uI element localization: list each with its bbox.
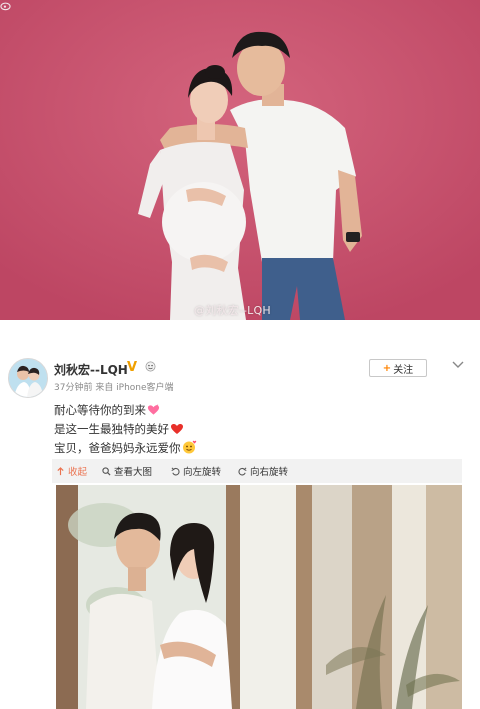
emoji-icon [182,440,196,454]
rotate-right-icon [238,467,247,475]
view-large-label: 查看大图 [114,467,153,478]
post-text-1: 耐心等待你的到来 [54,403,146,417]
top-photo[interactable]: @刘秋宏--LQH [0,0,480,320]
rotate-right-button[interactable]: 向右旋转 [238,464,288,478]
collapse-button[interactable]: 收起 [56,464,87,478]
heart-icon [147,404,160,415]
rotate-left-icon [171,467,180,475]
rotate-left-label: 向左旋转 [183,467,222,478]
image-toolbar: 收起 查看大图 向左旋转 向右旋转 [52,459,462,483]
couple-window-photo [56,485,462,709]
chevron-down-icon[interactable] [452,361,464,369]
weibo-icon [0,2,11,11]
post-meta: 37分钟前 来自 iPhone客户端 [54,383,174,393]
username[interactable]: 刘秋宏--LQH [54,361,128,378]
post-text-line-2: 是这一生最独特的美好 [54,421,184,437]
emoji-icon [145,361,156,372]
collapse-icon [57,466,64,475]
follow-button[interactable]: + 关注 [369,359,427,377]
follow-label: 关注 [393,364,414,376]
photo-watermark: @刘秋宏--LQH [194,304,271,317]
rotate-right-label: 向右旋转 [250,467,289,478]
post-text-2: 是这一生最独特的美好 [54,422,169,436]
post-text-line-1: 耐心等待你的到来 [54,402,160,418]
view-large-button[interactable]: 查看大图 [102,464,152,478]
plus-icon: + [382,362,392,374]
post-text-line-3: 宝贝，爸爸妈妈永远爱你 [54,440,197,456]
avatar[interactable] [8,358,48,398]
heart-icon [171,424,183,434]
magnifier-icon [102,466,111,476]
collapse-label: 收起 [68,467,88,478]
post-photo[interactable] [56,485,462,709]
avatar-image [9,359,47,397]
verified-v-icon: V [127,360,138,375]
post-text-3: 宝贝，爸爸妈妈永远爱你 [54,441,181,455]
rotate-left-button[interactable]: 向左旋转 [171,464,221,478]
couple-studio-photo [0,0,480,320]
weibo-post: 刘秋宏--LQH V 37分钟前 来自 iPhone客户端 + 关注 耐心等待你… [0,348,480,709]
